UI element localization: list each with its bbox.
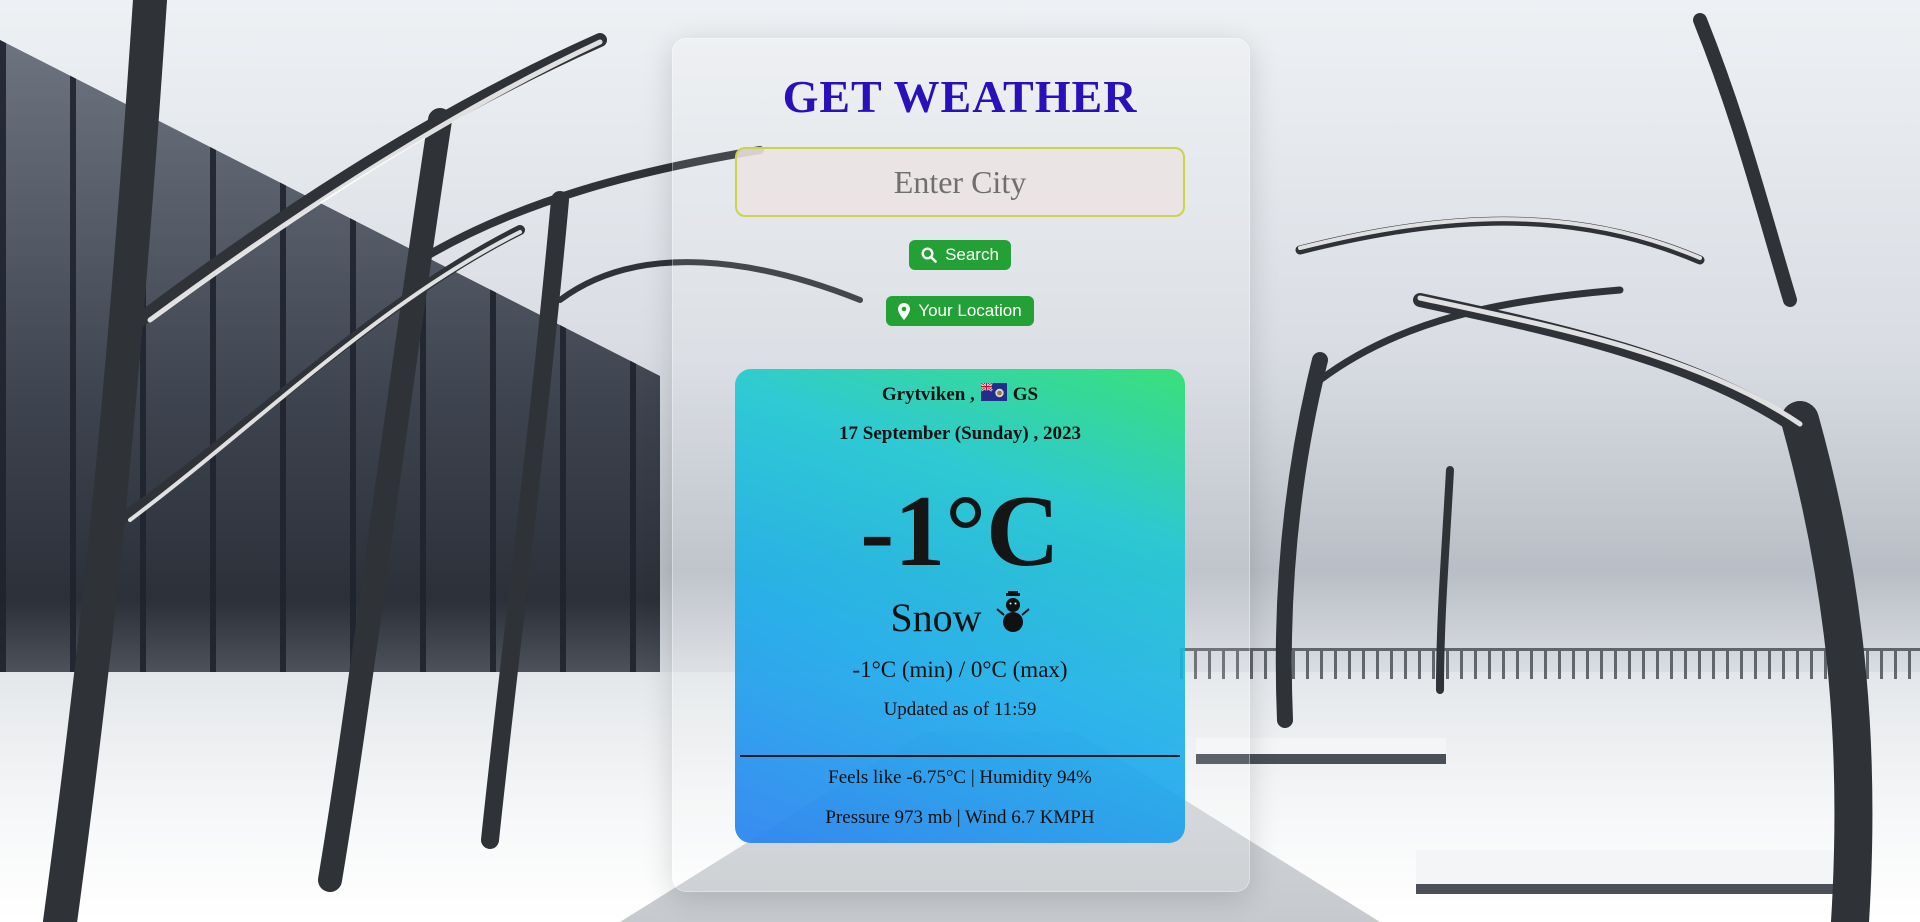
page-title: GET WEATHER	[782, 71, 1138, 122]
country-code: GS	[1012, 384, 1039, 405]
min-max-temperature: -1°C (min) / 0°C (max)	[852, 657, 1068, 682]
south-georgia-flag-icon	[980, 382, 1007, 407]
feels-like-humidity: Feels like -6.75°C | Humidity 94%	[828, 767, 1092, 788]
card-divider	[740, 755, 1180, 757]
pressure-wind: Pressure 973 mb | Wind 6.7 KMPH	[825, 807, 1095, 828]
your-location-button-label: Your Location	[918, 301, 1022, 320]
updated-time: Updated as of 11:59	[883, 699, 1037, 720]
current-temperature: -1°C	[860, 475, 1060, 588]
city-name: Grytviken ,	[881, 384, 975, 405]
weather-date: 17 September (Sunday) , 2023	[839, 423, 1081, 444]
weather-condition: Snow	[735, 589, 1185, 643]
location-line: Grytviken , GS	[735, 382, 1185, 407]
snowman-icon	[995, 589, 1030, 643]
condition-label: Snow	[890, 594, 982, 640]
search-button[interactable]: Search	[909, 240, 1011, 270]
weather-card: Grytviken , GS 17 September (Sunday) , 2…	[735, 369, 1185, 843]
city-search-input[interactable]	[735, 147, 1185, 217]
your-location-button[interactable]: Your Location	[886, 296, 1034, 326]
map-marker-icon	[898, 302, 911, 320]
search-button-label: Search	[945, 245, 999, 264]
search-icon	[921, 247, 937, 263]
